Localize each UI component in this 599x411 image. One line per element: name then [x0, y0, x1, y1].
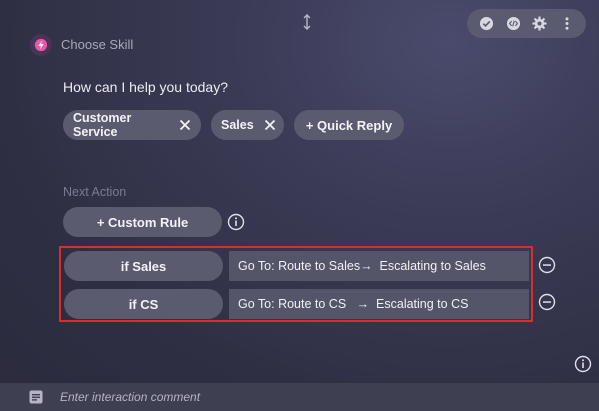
condition-button[interactable]: if Sales: [64, 251, 223, 281]
prompt-text: How can I help you today?: [63, 79, 228, 95]
code-icon[interactable]: [503, 14, 523, 34]
chip-label: Sales: [221, 118, 254, 132]
remove-circle-icon[interactable]: [538, 293, 556, 311]
comment-input[interactable]: [60, 387, 560, 407]
drag-handle-icon[interactable]: [300, 14, 314, 34]
gear-icon[interactable]: [530, 14, 550, 34]
chip-customer-service[interactable]: Customer Service: [63, 110, 201, 140]
quick-reply-button[interactable]: + Quick Reply: [294, 110, 404, 140]
remove-circle-icon[interactable]: [538, 256, 556, 274]
next-action-label: Next Action: [63, 185, 127, 199]
more-vertical-icon[interactable]: [557, 14, 577, 34]
check-circle-icon[interactable]: [476, 14, 496, 34]
skill-icon: [30, 34, 52, 56]
chip-sales[interactable]: Sales: [211, 110, 284, 140]
condition-button[interactable]: if CS: [64, 289, 223, 319]
rule-action[interactable]: Go To: Route to Sales→ Escalating to Sal…: [229, 251, 529, 281]
info-icon[interactable]: [574, 355, 592, 373]
choose-skill-label[interactable]: Choose Skill: [61, 37, 133, 52]
info-icon[interactable]: [227, 213, 245, 231]
custom-rule-button[interactable]: + Custom Rule: [63, 207, 222, 237]
comment-icon: [29, 390, 43, 404]
top-toolbar: [467, 9, 586, 38]
close-icon[interactable]: [179, 119, 191, 131]
close-icon[interactable]: [264, 119, 276, 131]
rule-action[interactable]: Go To: Route to CS → Escalating to CS: [229, 289, 529, 319]
chip-label: Customer Service: [73, 111, 132, 139]
